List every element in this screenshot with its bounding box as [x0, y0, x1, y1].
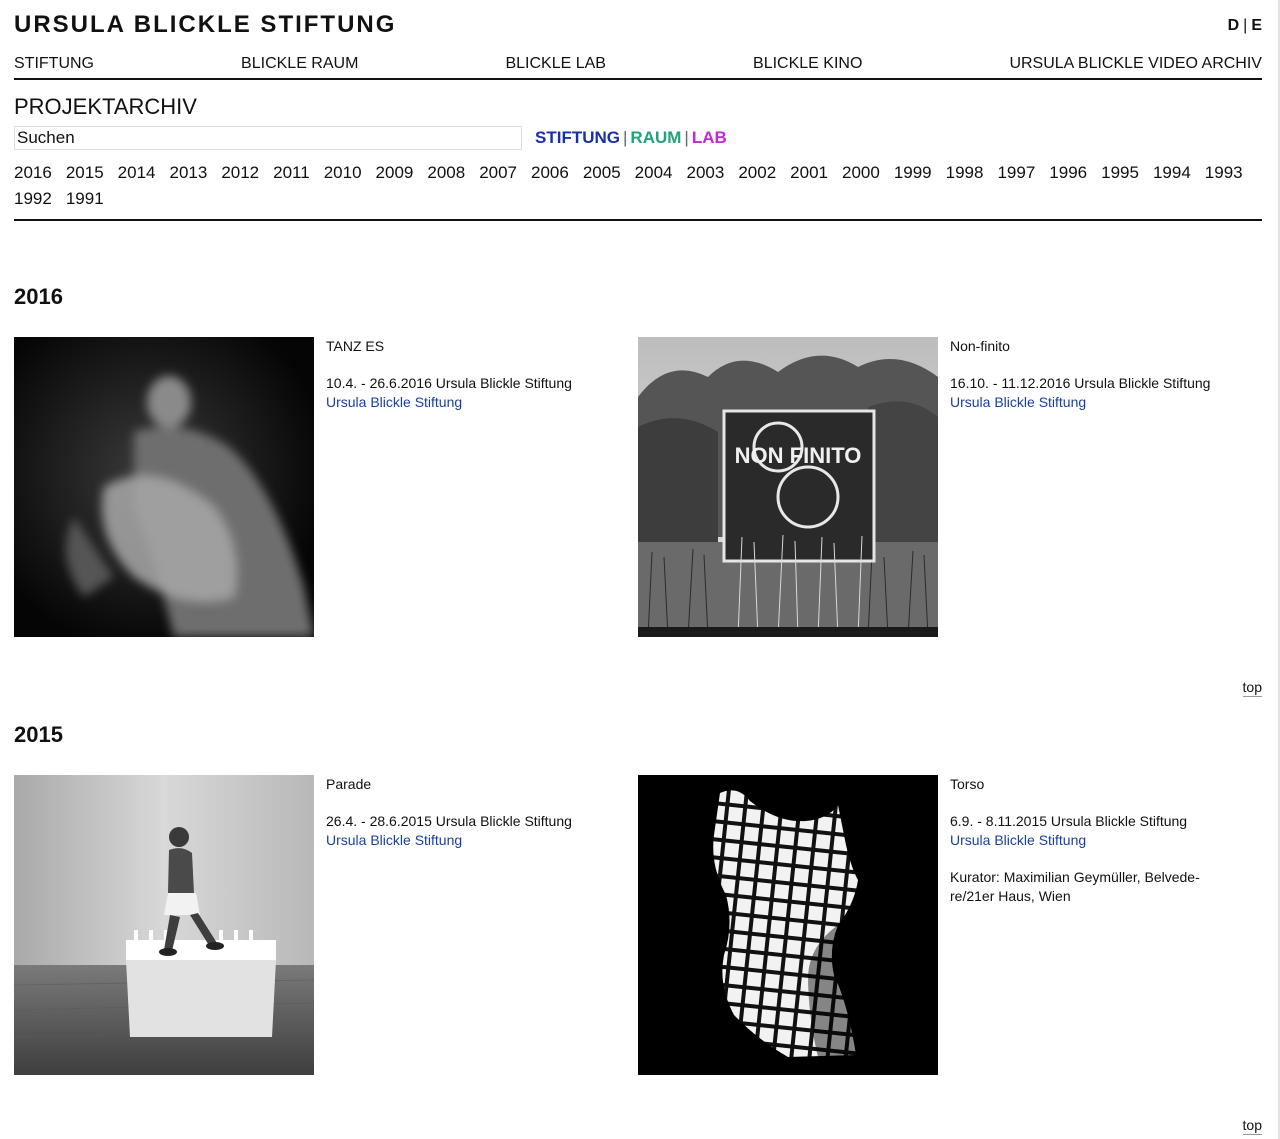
year-links: 2016 2015 2014 2013 2012 2011 2010 2009 2008 2007… — [14, 160, 1262, 212]
archive-controls: PROJEKTARCHIV STIFTUNG|RAUM|LAB 20162015… — [14, 80, 1262, 221]
year-link-1992[interactable]: 1992 — [14, 186, 52, 212]
year-link-1995[interactable]: 1995 — [1101, 160, 1139, 186]
filter-stiftung[interactable]: STIFTUNG — [535, 128, 620, 147]
project-meta: Non-finito 16.10. - 11.12.2016 Ursula Bl… — [950, 337, 1240, 412]
year-heading: 2016 — [14, 284, 63, 309]
project-title[interactable]: Non-finito — [950, 337, 1240, 356]
year-link-2007[interactable]: 2007 — [479, 160, 517, 186]
project-item: Parade 26.4. - 28.6.2015 Ursula Blickle … — [14, 775, 614, 1075]
project-meta: TANZ ES 10.4. - 26.6.2016 Ursula Blickle… — [326, 337, 616, 412]
dancer-photo-image — [14, 337, 314, 637]
page-title: PROJEKTARCHIV — [14, 94, 197, 119]
project-thumbnail[interactable] — [638, 775, 938, 1075]
man-on-light-box-photo-image — [14, 775, 314, 1075]
nav-item-blickle-raum[interactable]: BLICKLE RAUM — [241, 54, 358, 74]
year-link-2002[interactable]: 2002 — [738, 160, 776, 186]
nav-item-video-archiv[interactable]: URSULA BLICKLE VIDEO ARCHIV — [1009, 54, 1262, 74]
nav-item-blickle-lab[interactable]: BLICKLE LAB — [505, 54, 606, 74]
year-link-2003[interactable]: 2003 — [687, 160, 725, 186]
project-venue-link[interactable]: Ursula Blickle Stiftung — [950, 393, 1240, 412]
sign-text: NON FINITO — [735, 443, 862, 468]
project-venue-link[interactable]: Ursula Blickle Stiftung — [950, 831, 1240, 850]
filter-divider: | — [684, 128, 689, 147]
year-link-2011[interactable]: 2011 — [273, 160, 310, 186]
year-link-2010[interactable]: 2010 — [324, 160, 362, 186]
project-title[interactable]: Torso — [950, 775, 1240, 794]
project-date: 10.4. - 26.6.2016 Ursula Blickle Stiftun… — [326, 375, 572, 391]
year-link-2000[interactable]: 2000 — [842, 160, 880, 186]
main-nav: STIFTUNG BLICKLE RAUM BLICKLE LAB BLICKL… — [14, 54, 1262, 74]
project-title[interactable]: Parade — [326, 775, 616, 794]
project-thumbnail[interactable] — [14, 337, 314, 637]
page: URSULA BLICKLE STIFTUNG D | E STIFTUNG BLI… — [14, 0, 1262, 1137]
filter-lab[interactable]: LAB — [692, 128, 727, 147]
language-switch: D | E — [1228, 16, 1262, 36]
year-heading: 2015 — [14, 722, 63, 747]
site-header: URSULA BLICKLE STIFTUNG D | E STIFTUNG BLI… — [14, 0, 1262, 80]
year-link-2004[interactable]: 2004 — [635, 160, 673, 186]
project-date: 6.9. - 8.11.2015 Ursula Blickle Stiftung — [950, 813, 1188, 829]
year-link-2005[interactable]: 2005 — [583, 160, 621, 186]
project-date: 26.4. - 28.6.2015 Ursula Blickle Stiftun… — [326, 813, 572, 829]
year-link-2006[interactable]: 2006 — [531, 160, 569, 186]
year-link-2016[interactable]: 2016 — [14, 160, 52, 186]
back-to-top-link[interactable]: top — [1242, 1116, 1262, 1135]
nav-item-blickle-kino[interactable]: BLICKLE KINO — [753, 54, 862, 74]
year-link-2014[interactable]: 2014 — [118, 160, 156, 186]
year-section-2015: 2015 Parade 26.4. - 28.6.2015 Ursula Bli… — [14, 697, 1262, 1137]
project-meta: Torso 6.9. - 8.11.2015 Ursula Blickle St… — [950, 775, 1240, 906]
project-date: 16.10. - 11.12.2016 Ursula Blickle Stift… — [950, 375, 1211, 391]
year-link-1996[interactable]: 1996 — [1049, 160, 1087, 186]
non-finito-sign-photo-image: NON FINITO — [638, 337, 938, 637]
lang-de[interactable]: D — [1228, 17, 1240, 34]
lang-en[interactable]: E — [1251, 17, 1262, 34]
year-section-2016: 2016 TANZ ES 10.4. - 26.6.2016 Ursula Bl… — [14, 221, 1262, 697]
project-item: NON FINITO Non-finito 16.10. - 11.12.201… — [638, 337, 1238, 637]
project-curator: Kurator: Maximilian Geymüller, Belvede-r… — [950, 869, 1200, 904]
year-link-1991[interactable]: 1991 — [66, 186, 104, 212]
project-venue-link[interactable]: Ursula Blickle Stiftung — [326, 393, 616, 412]
project-venue-link[interactable]: Ursula Blickle Stiftung — [326, 831, 616, 850]
project-item: TANZ ES 10.4. - 26.6.2016 Ursula Blickle… — [14, 337, 614, 637]
year-link-1993[interactable]: 1993 — [1205, 160, 1243, 186]
project-title[interactable]: TANZ ES — [326, 337, 616, 356]
project-item: Torso 6.9. - 8.11.2015 Ursula Blickle St… — [638, 775, 1238, 1075]
year-link-2001[interactable]: 2001 — [790, 160, 828, 186]
site-logo[interactable]: URSULA BLICKLE STIFTUNG — [14, 10, 396, 40]
lang-separator: | — [1243, 17, 1248, 34]
year-link-1998[interactable]: 1998 — [946, 160, 984, 186]
year-link-2013[interactable]: 2013 — [169, 160, 207, 186]
project-meta: Parade 26.4. - 28.6.2015 Ursula Blickle … — [326, 775, 616, 850]
year-link-2012[interactable]: 2012 — [221, 160, 259, 186]
year-link-1999[interactable]: 1999 — [894, 160, 932, 186]
nav-item-stiftung[interactable]: STIFTUNG — [14, 54, 94, 74]
year-link-2009[interactable]: 2009 — [376, 160, 414, 186]
search-input[interactable] — [14, 126, 522, 150]
year-link-2015[interactable]: 2015 — [66, 160, 104, 186]
project-thumbnail[interactable]: NON FINITO — [638, 337, 938, 637]
filter-divider: | — [623, 128, 628, 147]
category-filters: STIFTUNG | RAUM | LAB — [535, 127, 727, 149]
grid-torso-photo-image — [638, 775, 938, 1075]
project-thumbnail[interactable] — [14, 775, 314, 1075]
filter-raum[interactable]: RAUM — [630, 128, 681, 147]
year-link-1997[interactable]: 1997 — [997, 160, 1035, 186]
year-link-1994[interactable]: 1994 — [1153, 160, 1191, 186]
year-link-2008[interactable]: 2008 — [427, 160, 465, 186]
back-to-top-link[interactable]: top — [1242, 678, 1262, 697]
